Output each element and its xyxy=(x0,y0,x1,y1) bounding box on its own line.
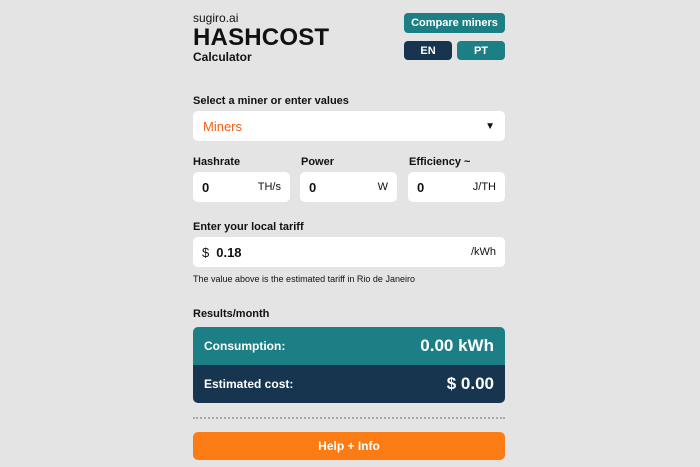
calculator-app: sugiro.ai HASHCOST Calculator Compare mi… xyxy=(193,0,505,467)
miner-select-label: Select a miner or enter values xyxy=(193,95,349,107)
efficiency-unit: J/TH xyxy=(472,181,496,193)
cost-label: Estimated cost: xyxy=(204,377,294,391)
language-en-button[interactable]: EN xyxy=(404,41,452,60)
brand-name: sugiro.ai xyxy=(193,11,239,25)
miner-select-value: Miners xyxy=(203,118,243,134)
page-subtitle: Calculator xyxy=(193,50,252,64)
cost-value: $ 0.00 xyxy=(446,374,494,393)
tariff-unit: /kWh xyxy=(470,246,496,258)
page-title: HASHCOST xyxy=(193,24,330,51)
caret-down-icon: ▼ xyxy=(485,120,495,132)
consumption-value: 0.00 kWh xyxy=(420,336,494,355)
hashrate-unit: TH/s xyxy=(257,181,281,193)
efficiency-input[interactable]: 0 J/TH xyxy=(408,172,505,202)
power-label: Power xyxy=(301,156,335,168)
results-panel: Consumption: 0.00 kWh Estimated cost: $ … xyxy=(193,327,505,403)
hashrate-label: Hashrate xyxy=(193,156,241,168)
tariff-input[interactable]: $ 0.18 /kWh xyxy=(193,237,505,267)
tariff-value: 0.18 xyxy=(216,244,242,260)
tariff-note: The value above is the estimated tariff … xyxy=(193,274,415,284)
tariff-currency: $ xyxy=(202,244,210,260)
efficiency-value: 0 xyxy=(417,179,425,195)
consumption-row: Consumption: 0.00 kWh xyxy=(193,327,505,365)
hashrate-value: 0 xyxy=(202,179,210,195)
power-value: 0 xyxy=(309,179,317,195)
efficiency-label: Efficiency ~ xyxy=(409,156,471,168)
consumption-label: Consumption: xyxy=(204,339,286,353)
miner-select[interactable]: Miners ▼ xyxy=(193,111,505,141)
tariff-label: Enter your local tariff xyxy=(193,221,304,233)
dotted-divider xyxy=(193,417,505,419)
hashrate-input[interactable]: 0 TH/s xyxy=(193,172,290,202)
compare-miners-button[interactable]: Compare miners xyxy=(404,13,505,33)
language-pt-button[interactable]: PT xyxy=(457,41,505,60)
power-input[interactable]: 0 W xyxy=(300,172,397,202)
results-label: Results/month xyxy=(193,308,270,320)
cost-row: Estimated cost: $ 0.00 xyxy=(193,365,505,403)
help-info-button[interactable]: Help + Info xyxy=(193,432,505,460)
power-unit: W xyxy=(377,181,388,193)
